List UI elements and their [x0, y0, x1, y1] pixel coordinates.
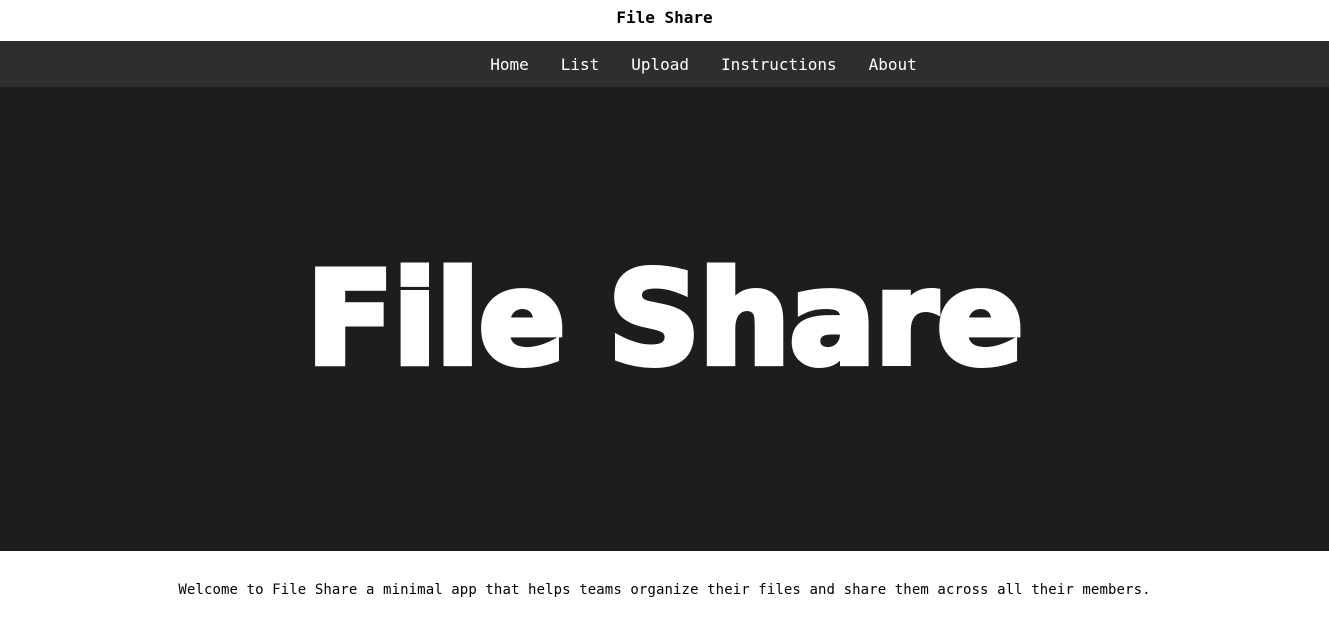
- nav-item-upload[interactable]: Upload: [631, 55, 689, 74]
- hero-banner: File Share: [0, 87, 1329, 551]
- top-bar: File Share: [0, 0, 1329, 41]
- nav-item-about[interactable]: About: [869, 55, 917, 74]
- hero-title: File Share: [303, 242, 1026, 397]
- nav-item-list[interactable]: List: [561, 55, 600, 74]
- nav-item-home[interactable]: Home: [490, 55, 529, 74]
- nav-item-instructions[interactable]: Instructions: [721, 55, 837, 74]
- main-nav: Home List Upload Instructions About: [0, 41, 1329, 87]
- site-title: File Share: [616, 7, 713, 27]
- welcome-text: Welcome to File Share a minimal app that…: [178, 582, 1151, 598]
